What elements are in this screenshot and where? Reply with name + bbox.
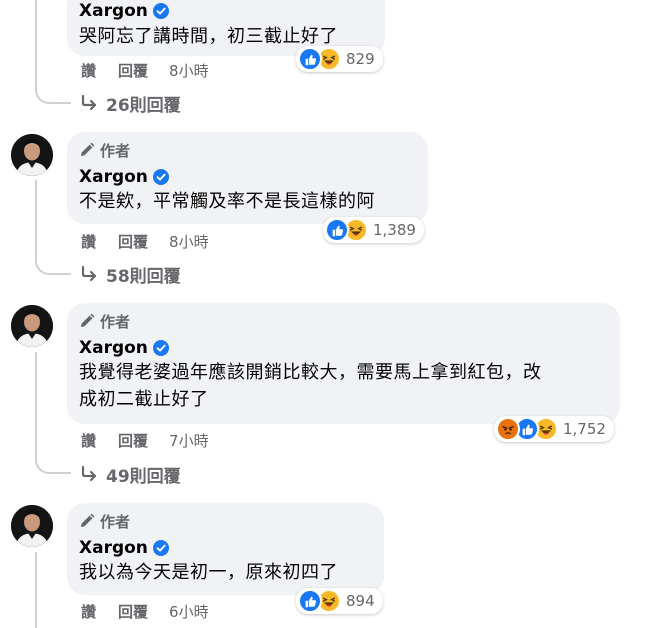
reply-arrow-icon	[80, 94, 98, 112]
avatar[interactable]	[11, 505, 53, 547]
author-name-line: Xargon	[79, 166, 416, 188]
verified-badge-icon	[152, 340, 169, 356]
like-button[interactable]: 讚	[81, 430, 96, 451]
comment-bubble: 作者 Xargon 不是欸，平常觸及率不是長這樣的阿	[67, 132, 428, 224]
like-icon	[298, 589, 322, 613]
like-button[interactable]: 讚	[81, 231, 96, 252]
pencil-icon	[79, 513, 95, 529]
view-replies-button[interactable]: 49則回覆	[80, 462, 181, 487]
reaction-count: 1,389	[373, 221, 416, 239]
thread-connector	[35, 456, 71, 474]
thread-line	[35, 0, 37, 88]
author-badge-label: 作者	[100, 141, 131, 160]
comment-timestamp[interactable]: 8小時	[169, 231, 209, 252]
verified-badge-icon	[152, 3, 169, 19]
verified-badge-icon	[152, 540, 169, 556]
reaction-count: 894	[346, 592, 375, 610]
avatar[interactable]	[11, 134, 53, 176]
view-replies-button[interactable]: 26則回覆	[80, 91, 181, 116]
comment-timestamp[interactable]: 8小時	[169, 60, 209, 81]
comment-text: 不是欸，平常觸及率不是長這樣的阿	[79, 191, 375, 212]
author-name-line: Xargon	[79, 537, 372, 559]
author-name[interactable]: Xargon	[79, 167, 148, 187]
comment-text-line: 我覺得老婆過年應該開銷比較大，需要馬上拿到紅包，改	[79, 362, 542, 383]
replies-count: 58則回覆	[106, 266, 181, 287]
like-button[interactable]: 讚	[81, 60, 96, 81]
like-icon	[298, 47, 322, 71]
author-name-line: Xargon	[79, 337, 608, 359]
comment-actions: 讚 回覆 6小時	[81, 601, 209, 621]
reaction-summary[interactable]: 829	[296, 46, 383, 72]
like-button[interactable]: 讚	[81, 601, 96, 622]
reaction-summary[interactable]: 1,389	[323, 217, 424, 243]
comment-timestamp[interactable]: 7小時	[169, 430, 209, 451]
comment-bubble: 作者 Xargon 我覺得老婆過年應該開銷比較大，需要馬上拿到紅包，改 成初二截…	[67, 303, 620, 424]
comment-text: 我以為今天是初一，原來初四了	[79, 562, 338, 583]
author-badge: 作者	[79, 140, 416, 160]
reaction-count: 1,752	[563, 420, 606, 438]
comment-timestamp[interactable]: 6小時	[169, 601, 209, 622]
author-name[interactable]: Xargon	[79, 1, 148, 21]
like-icon	[325, 218, 349, 242]
author-badge: 作者	[79, 511, 372, 531]
reply-button[interactable]: 回覆	[118, 60, 148, 81]
author-name[interactable]: Xargon	[79, 338, 148, 358]
reply-button[interactable]: 回覆	[118, 601, 148, 622]
comment-actions: 讚 回覆 8小時	[81, 231, 209, 251]
avatar[interactable]	[11, 305, 53, 347]
reaction-summary[interactable]: 894	[296, 588, 383, 614]
thread-line	[35, 552, 37, 628]
reply-button[interactable]: 回覆	[118, 231, 148, 252]
author-badge-label: 作者	[100, 312, 131, 331]
reaction-count: 829	[346, 50, 375, 68]
verified-badge-icon	[152, 169, 169, 185]
pencil-icon	[79, 313, 95, 329]
author-name-line: Xargon	[79, 0, 373, 22]
comment-actions: 讚 回覆 8小時	[81, 60, 209, 80]
thread-connector	[35, 257, 71, 275]
view-replies-button[interactable]: 58則回覆	[80, 262, 181, 287]
author-name[interactable]: Xargon	[79, 538, 148, 558]
replies-count: 26則回覆	[106, 95, 181, 116]
comment-actions: 讚 回覆 7小時	[81, 430, 209, 450]
reaction-summary[interactable]: 1,752	[494, 416, 614, 442]
author-badge-label: 作者	[100, 512, 131, 531]
reply-arrow-icon	[80, 265, 98, 283]
angry-icon	[496, 417, 520, 441]
pencil-icon	[79, 142, 95, 158]
comment-text-line: 成初二截止好了	[79, 389, 209, 410]
comment-bubble: 作者 Xargon 我以為今天是初一，原來初四了	[67, 503, 384, 595]
reply-button[interactable]: 回覆	[118, 430, 148, 451]
reply-arrow-icon	[80, 465, 98, 483]
thread-line	[35, 352, 37, 459]
thread-line	[35, 180, 37, 260]
thread-connector	[35, 86, 71, 104]
replies-count: 49則回覆	[106, 466, 181, 487]
author-badge: 作者	[79, 311, 608, 331]
